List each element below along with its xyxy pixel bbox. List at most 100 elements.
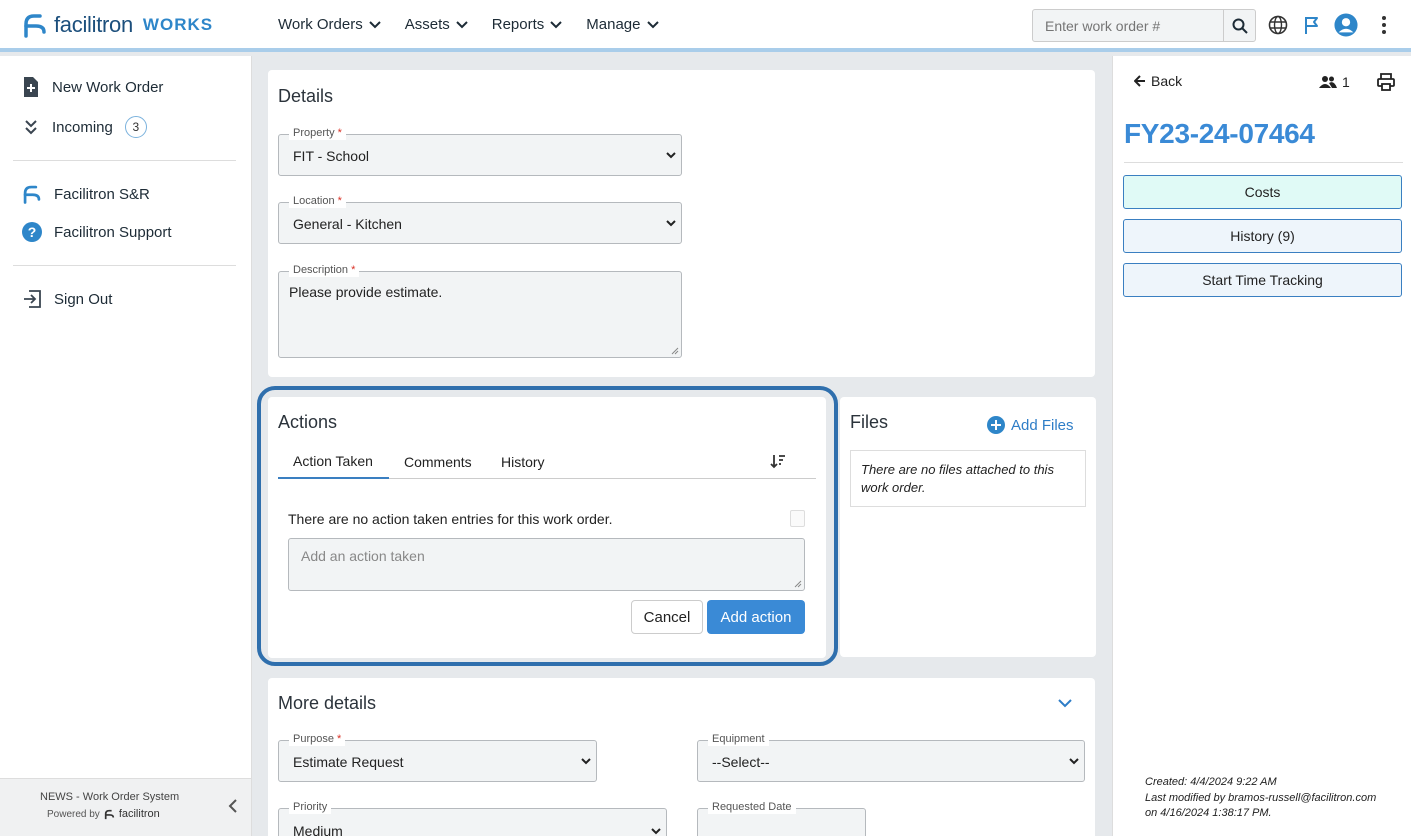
nav-assets[interactable]: Assets: [405, 16, 468, 33]
add-files-button[interactable]: Add Files: [987, 416, 1074, 434]
app-logo[interactable]: facilitron WORKS: [22, 12, 213, 38]
action-taken-input[interactable]: Add an action taken: [288, 538, 805, 591]
priority-select[interactable]: Priority Medium: [278, 801, 667, 836]
chevron-down-icon: [369, 20, 381, 28]
sort-icon: [770, 455, 785, 469]
facilitron-logo-icon: [24, 14, 46, 38]
facilitron-logo-icon: [104, 809, 114, 819]
description-label-text: Description: [293, 264, 349, 276]
sidebar-item-label: New Work Order: [52, 78, 164, 96]
tab-comments[interactable]: Comments: [389, 444, 487, 479]
location-select[interactable]: Location * General - Kitchen: [278, 195, 682, 244]
add-files-label: Add Files: [1011, 416, 1074, 434]
sidebar-footer: NEWS - Work Order System Powered by faci…: [0, 778, 251, 836]
tab-history[interactable]: History: [486, 444, 560, 479]
resize-handle-icon[interactable]: [671, 347, 679, 355]
back-button[interactable]: Back: [1134, 73, 1182, 89]
property-label-text: Property: [293, 127, 335, 139]
nav-label: Work Orders: [278, 16, 363, 33]
chevron-down-icon: [1069, 758, 1079, 765]
powered-by-brand: facilitron: [118, 808, 160, 820]
sidebar-item-sign-out[interactable]: Sign Out: [0, 280, 251, 318]
files-title: Files: [850, 412, 889, 432]
description-value: Please provide estimate.: [289, 284, 443, 300]
sidebar-item-label: Sign Out: [54, 290, 113, 308]
equipment-label: Equipment: [708, 733, 769, 746]
sidebar: New Work Order Incoming 3 Facilitron S&R…: [0, 56, 252, 836]
collapse-more-details-button[interactable]: [1057, 696, 1073, 712]
purpose-select[interactable]: Purpose * Estimate Request: [278, 733, 597, 782]
nav-label: Reports: [491, 16, 545, 33]
equipment-select[interactable]: Equipment --Select--: [697, 733, 1085, 782]
no-files-box: There are no files attached to this work…: [850, 450, 1086, 507]
work-order-id: FY23-24-07464: [1124, 118, 1315, 149]
details-title: Details: [278, 86, 334, 106]
powered-by-label: Powered by: [47, 808, 100, 820]
plus-circle-icon: [987, 416, 1005, 434]
header-divider: [1124, 162, 1403, 163]
print-button[interactable]: [1377, 73, 1395, 94]
top-icons: [1266, 13, 1396, 37]
sidebar-item-incoming[interactable]: Incoming 3: [0, 108, 251, 146]
purpose-value: Estimate Request: [293, 754, 404, 770]
flag-icon[interactable]: [1300, 13, 1324, 37]
resize-handle-icon[interactable]: [794, 580, 802, 588]
purpose-label: Purpose *: [289, 733, 346, 746]
no-actions-text: There are no action taken entries for th…: [288, 511, 613, 527]
svg-text:?: ?: [28, 224, 37, 240]
sign-out-icon: [24, 290, 41, 308]
sidebar-item-support[interactable]: ? Facilitron Support: [0, 213, 251, 251]
description-textarea[interactable]: Description * Please provide estimate.: [278, 264, 682, 358]
add-action-button[interactable]: Add action: [707, 600, 805, 634]
requested-date-label: Requested Date: [708, 801, 796, 814]
sidebar-item-facilitron-sr[interactable]: Facilitron S&R: [0, 175, 251, 213]
double-chevron-down-icon: [25, 120, 37, 135]
sidebar-divider: [13, 160, 236, 161]
more-vertical-icon[interactable]: [1372, 13, 1396, 37]
chevron-left-icon: [228, 799, 237, 813]
actions-tabs: Action Taken Comments History: [278, 444, 816, 479]
collapse-sidebar-button[interactable]: [228, 799, 238, 816]
actions-title: Actions: [278, 412, 338, 432]
top-bar: facilitron WORKS Work Orders Assets Repo…: [0, 0, 1411, 52]
tab-action-taken[interactable]: Action Taken: [278, 444, 389, 479]
requested-date-input[interactable]: Requested Date: [697, 801, 866, 836]
sidebar-item-label: Facilitron Support: [54, 223, 172, 241]
chevron-down-icon: [646, 20, 659, 28]
nav-label: Assets: [404, 16, 450, 33]
system-name: NEWS - Work Order System: [40, 791, 180, 803]
people-icon: [1319, 76, 1337, 88]
work-order-search: [1032, 9, 1256, 42]
cancel-button[interactable]: Cancel: [631, 600, 703, 634]
property-select[interactable]: Property * FIT - School: [278, 127, 682, 176]
select-checkbox[interactable]: [790, 510, 805, 527]
history-button[interactable]: History (9): [1123, 219, 1402, 253]
nav-reports[interactable]: Reports: [492, 16, 563, 33]
sidebar-item-new-work-order[interactable]: New Work Order: [0, 68, 251, 106]
chevron-down-icon: [666, 152, 676, 159]
help-circle-icon: ?: [22, 222, 42, 242]
files-card: Files Add Files There are no files attac…: [840, 397, 1096, 657]
action-taken-placeholder: Add an action taken: [301, 548, 425, 564]
sort-button[interactable]: [770, 453, 786, 472]
brand-suffix: WORKS: [142, 15, 214, 34]
tab-label: Comments: [404, 453, 472, 470]
search-button[interactable]: [1223, 10, 1255, 41]
main-nav: Work Orders Assets Reports Manage: [278, 16, 659, 33]
right-panel: Back 1 FY23-24-07464: [1112, 56, 1411, 836]
costs-button[interactable]: Costs: [1123, 175, 1402, 209]
sidebar-item-label: Incoming: [52, 118, 113, 136]
nav-work-orders[interactable]: Work Orders: [278, 16, 381, 33]
location-label: Location *: [289, 195, 346, 208]
modified-text: Last modified by bramos-russell@facilitr…: [1145, 791, 1377, 820]
incoming-count-badge: 3: [124, 116, 147, 138]
watchers[interactable]: 1: [1319, 74, 1350, 90]
user-avatar-icon[interactable]: [1334, 13, 1358, 37]
audit-info: Created: 4/4/2024 9:22 AM Last modified …: [1145, 775, 1385, 822]
sidebar-item-label: Facilitron S&R: [54, 185, 150, 203]
nav-manage[interactable]: Manage: [586, 16, 659, 33]
globe-icon[interactable]: [1266, 13, 1290, 37]
purpose-label-text: Purpose: [293, 733, 334, 745]
start-time-tracking-button[interactable]: Start Time Tracking: [1123, 263, 1402, 297]
search-input[interactable]: [1033, 10, 1223, 41]
